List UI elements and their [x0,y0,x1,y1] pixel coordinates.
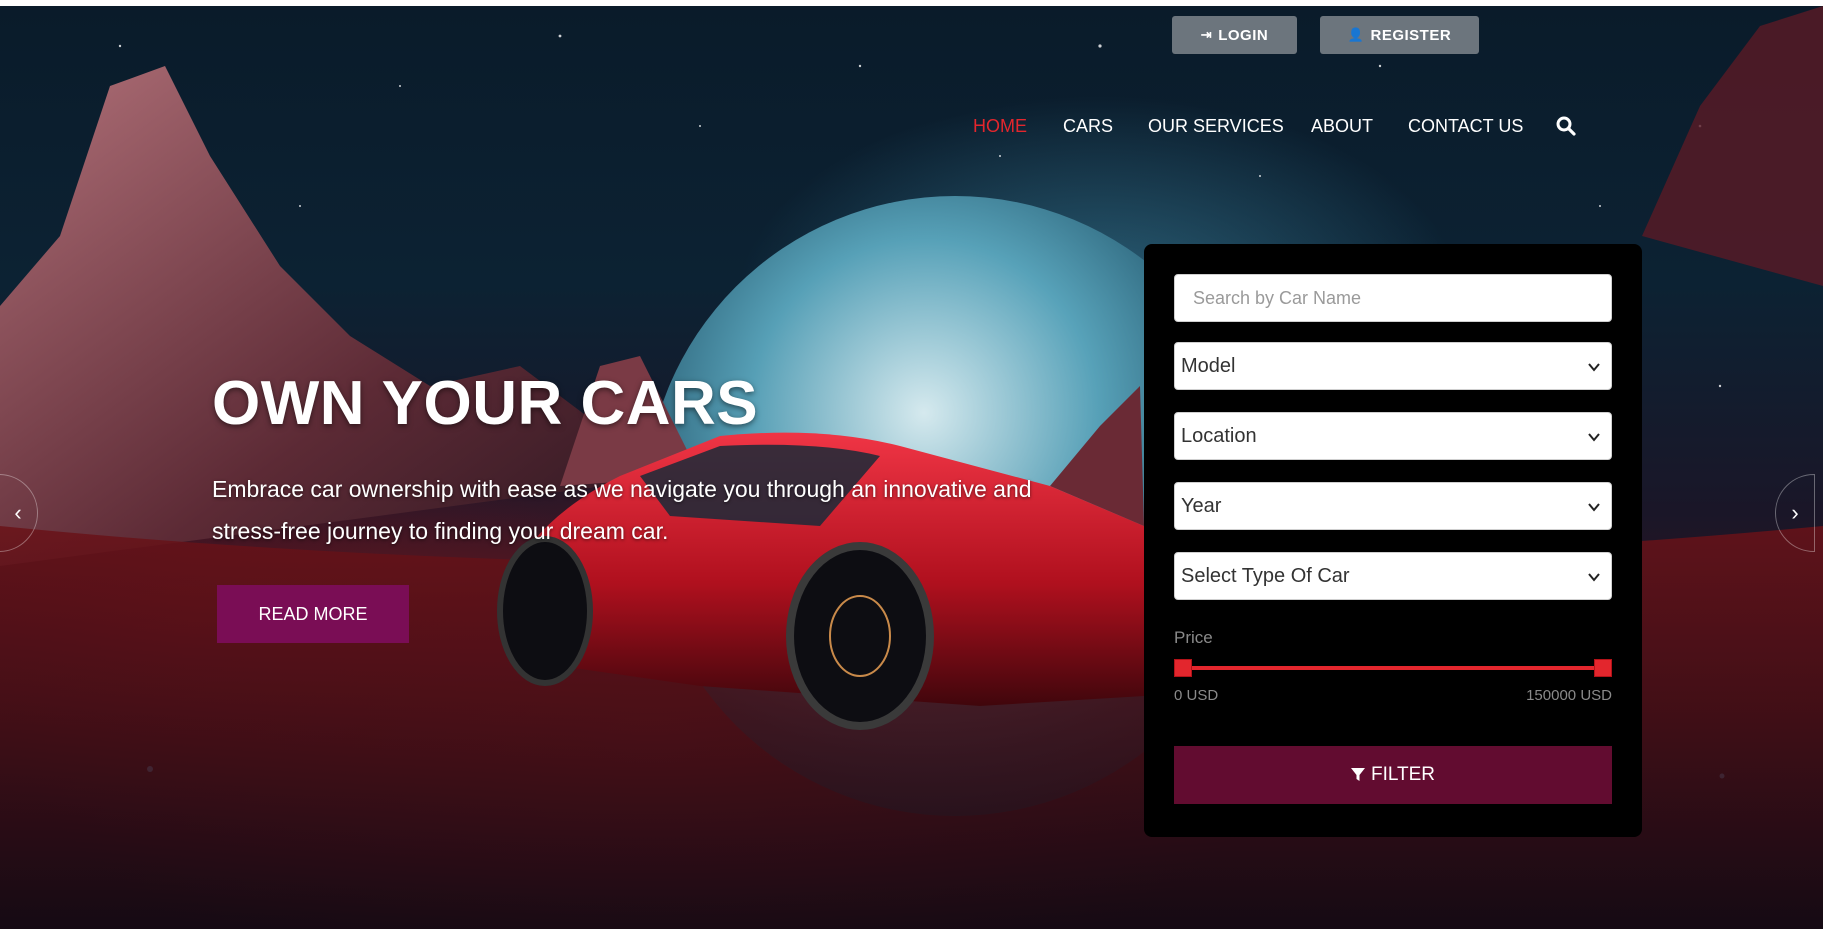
filter-label: FILTER [1370,764,1436,785]
search-placeholder: Search by Car Name [1193,287,1362,308]
price-max-handle[interactable] [1594,659,1612,677]
year-select[interactable]: Year [1174,482,1612,530]
model-select-value: Model [1181,354,1236,377]
chevron-down-icon [1588,573,1600,582]
chevron-right-icon: › [1791,500,1799,525]
price-min-handle[interactable] [1174,659,1192,677]
price-min-value: 0 USD [1174,687,1219,704]
car-name-search-input[interactable]: Search by Car Name [1174,274,1612,322]
chevron-down-icon [1588,363,1600,372]
nav-item-about[interactable]: ABOUT [1311,110,1373,142]
hero-section: ⇥ LOGIN 👤 REGISTER HOME CARS OUR SERVICE… [0,6,1823,929]
hero-title: OWN YOUR CARS [212,369,759,438]
nav-item-home[interactable]: HOME [973,110,1027,142]
nav-item-our-services[interactable]: OUR SERVICES [1148,110,1284,142]
main-navigation: HOME CARS OUR SERVICES ABOUT CONTACT US [0,110,1823,142]
login-button[interactable]: ⇥ LOGIN [1172,16,1297,54]
login-label: LOGIN [1218,26,1269,44]
price-max-value: 150000 USD [1526,687,1612,704]
car-filter-panel: Search by Car Name Model Location Year S… [1144,244,1642,837]
read-more-button[interactable]: READ MORE [217,585,409,643]
chevron-down-icon [1588,433,1600,442]
car-type-select[interactable]: Select Type Of Car [1174,552,1612,600]
year-select-value: Year [1181,494,1222,517]
chevron-left-icon: ‹ [14,500,22,525]
filter-button[interactable]: FILTER [1174,746,1612,804]
location-select-value: Location [1181,424,1257,447]
funnel-icon [1350,768,1365,781]
price-label: Price [1174,628,1213,647]
nav-item-contact-us[interactable]: CONTACT US [1408,110,1523,142]
hero-description: Embrace car ownership with ease as we na… [212,476,1032,544]
search-icon[interactable] [1556,116,1576,136]
register-button[interactable]: 👤 REGISTER [1320,16,1479,54]
chevron-down-icon [1588,503,1600,512]
car-type-select-value: Select Type Of Car [1181,564,1350,587]
register-label: REGISTER [1370,26,1452,44]
sign-in-icon: ⇥ [1200,27,1213,42]
price-range-track[interactable] [1180,666,1606,670]
nav-item-cars[interactable]: CARS [1063,110,1113,142]
location-select[interactable]: Location [1174,412,1612,460]
page: ⇥ LOGIN 👤 REGISTER HOME CARS OUR SERVICE… [0,0,1823,929]
user-plus-icon: 👤 [1347,27,1365,42]
model-select[interactable]: Model [1174,342,1612,390]
